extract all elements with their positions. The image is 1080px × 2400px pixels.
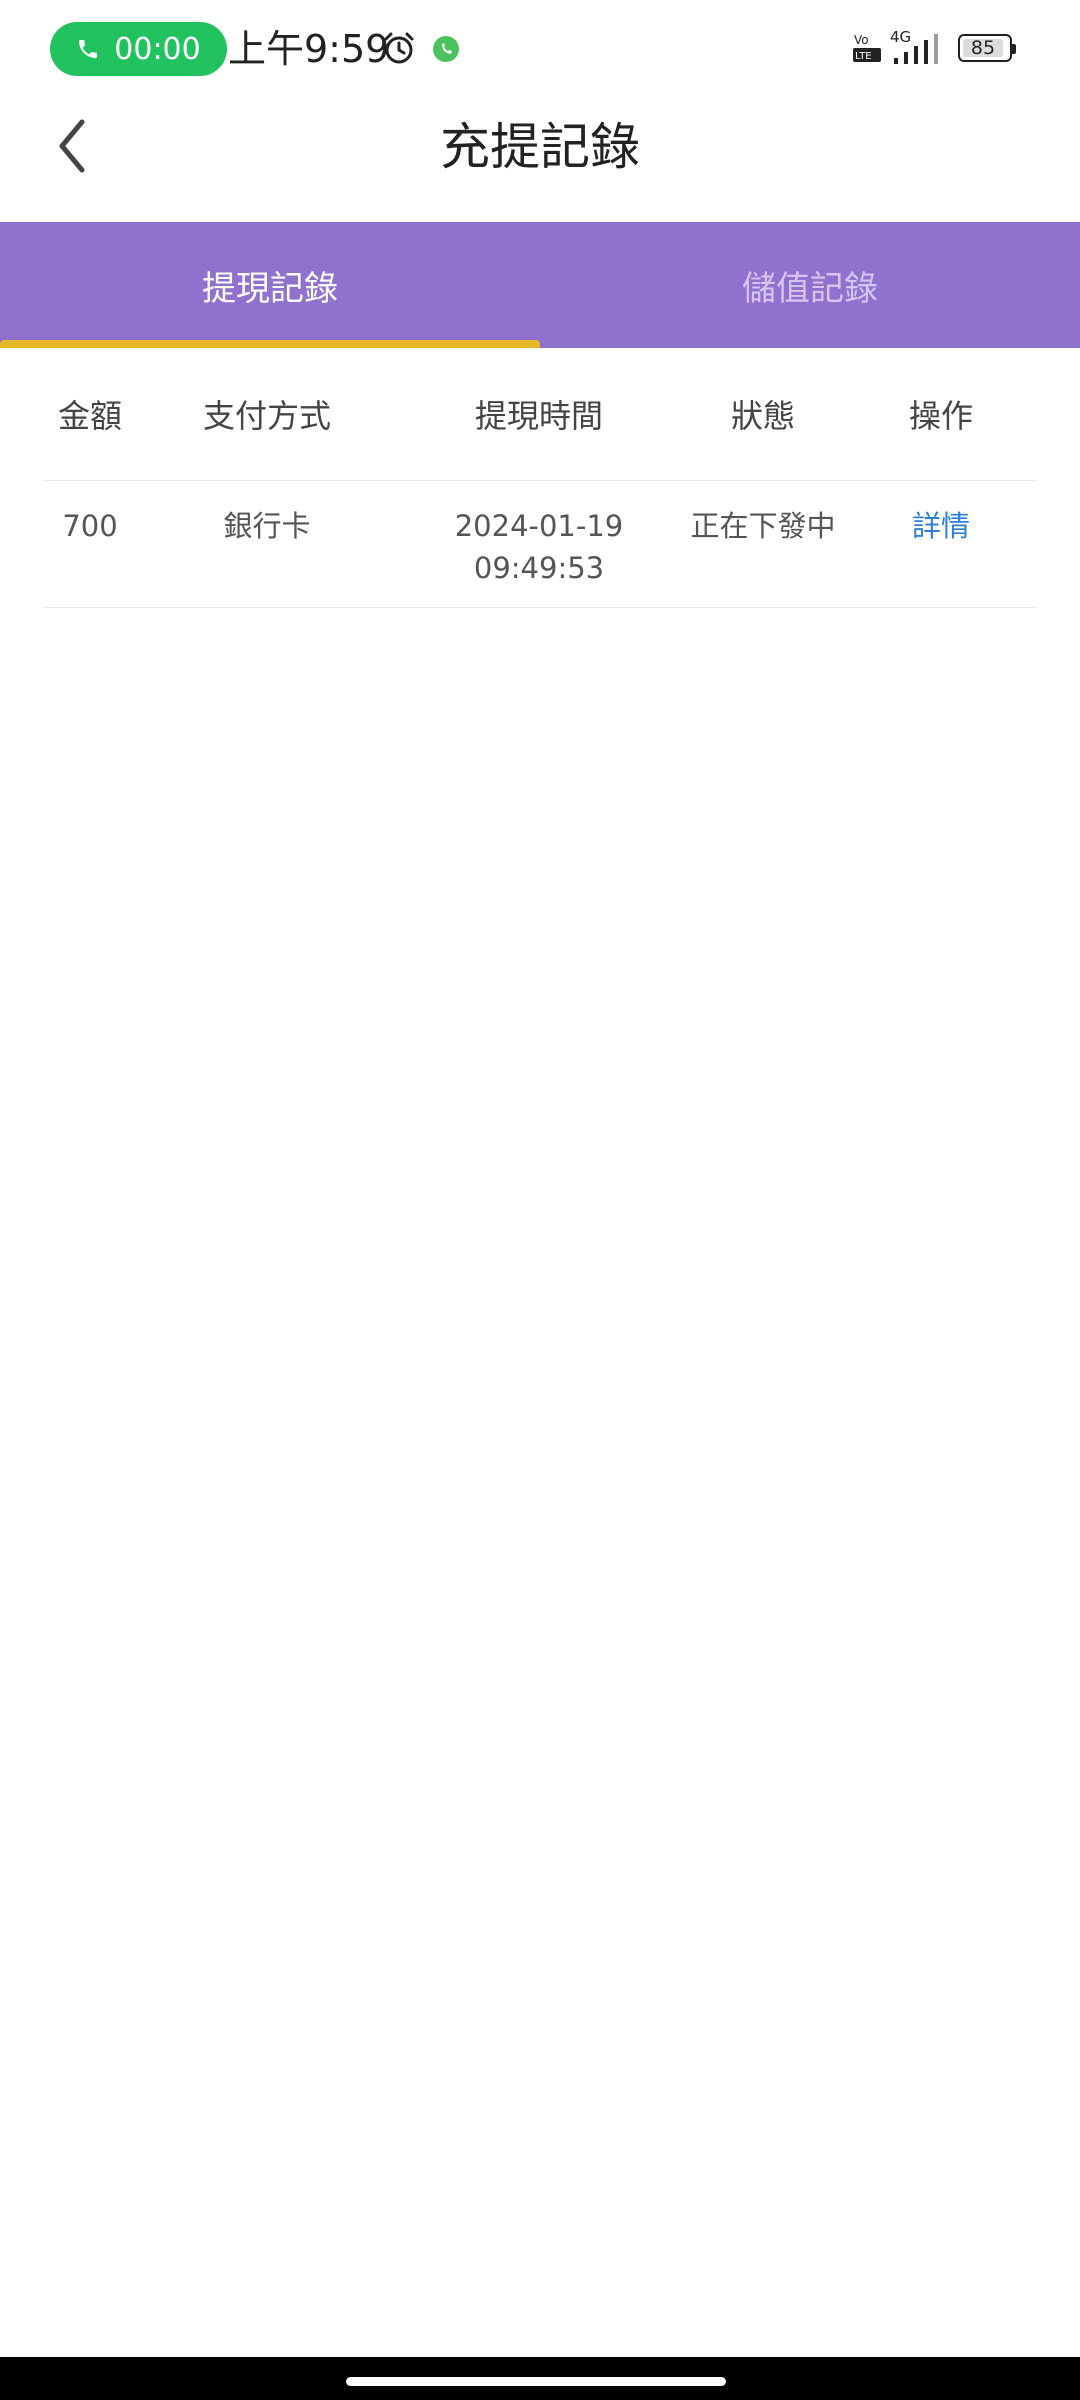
records-table: 金額 支付方式 提現時間 狀態 操作 700 銀行卡 2024-01-19 09… (42, 348, 1038, 608)
details-link[interactable]: 詳情 (844, 505, 1038, 607)
volte-icon: Vo LTE (853, 33, 881, 62)
battery-icon: 85 (958, 34, 1016, 62)
column-header-payment-method: 支付方式 (202, 397, 331, 435)
ongoing-call-pill[interactable]: 00:00 (50, 22, 227, 76)
network-type-label: 4G (890, 28, 911, 46)
column-header-action: 操作 (908, 397, 973, 435)
whatsapp-icon (433, 36, 459, 62)
svg-text:LTE: LTE (855, 51, 872, 62)
tab-deposit-records[interactable]: 儲值記錄 (540, 222, 1080, 348)
cell-date: 2024-01-19 (454, 509, 624, 543)
column-header-withdrawal-time: 提現時間 (474, 397, 603, 435)
table-row: 700 銀行卡 2024-01-19 09:49:53 正在下發中 詳情 (42, 481, 1038, 608)
tab-withdrawal-records[interactable]: 提現記錄 (0, 222, 540, 348)
cell-time: 09:49:53 (473, 551, 605, 585)
battery-level: 85 (970, 37, 996, 59)
system-nav-bar (0, 2357, 1080, 2400)
table-header: 金額 支付方式 提現時間 狀態 操作 (42, 348, 1038, 481)
clock: 上午9:59 (228, 27, 390, 71)
cell-status: 正在下發中 (690, 509, 836, 543)
phone-icon (79, 40, 98, 58)
status-bar: 00:00 上午9:59 Vo LTE 4G 85 (0, 0, 1080, 96)
column-header-amount: 金額 (57, 397, 122, 435)
tab-label: 提現記錄 (202, 268, 338, 309)
app-screen: 00:00 上午9:59 Vo LTE 4G 85 充提記錄 提現記錄 儲值記錄… (0, 0, 1080, 2400)
tab-label: 儲值記錄 (742, 268, 878, 309)
alarm-clock-icon (384, 32, 414, 64)
column-header-status: 狀態 (730, 397, 795, 435)
signal-strength-icon: 4G (890, 28, 938, 64)
svg-text:Vo: Vo (854, 33, 869, 47)
home-indicator[interactable] (346, 2377, 726, 2386)
record-tabs: 提現記錄 儲值記錄 (0, 222, 1080, 348)
header-bar: 充提記錄 (0, 96, 1080, 222)
page-title: 充提記錄 (440, 118, 640, 176)
call-timer: 00:00 (114, 31, 201, 67)
cell-payment-method: 銀行卡 (223, 509, 311, 543)
cell-amount: 700 (62, 509, 118, 543)
cell-withdrawal-time: 2024-01-19 09:49:53 (396, 505, 682, 607)
active-tab-indicator (0, 340, 540, 348)
